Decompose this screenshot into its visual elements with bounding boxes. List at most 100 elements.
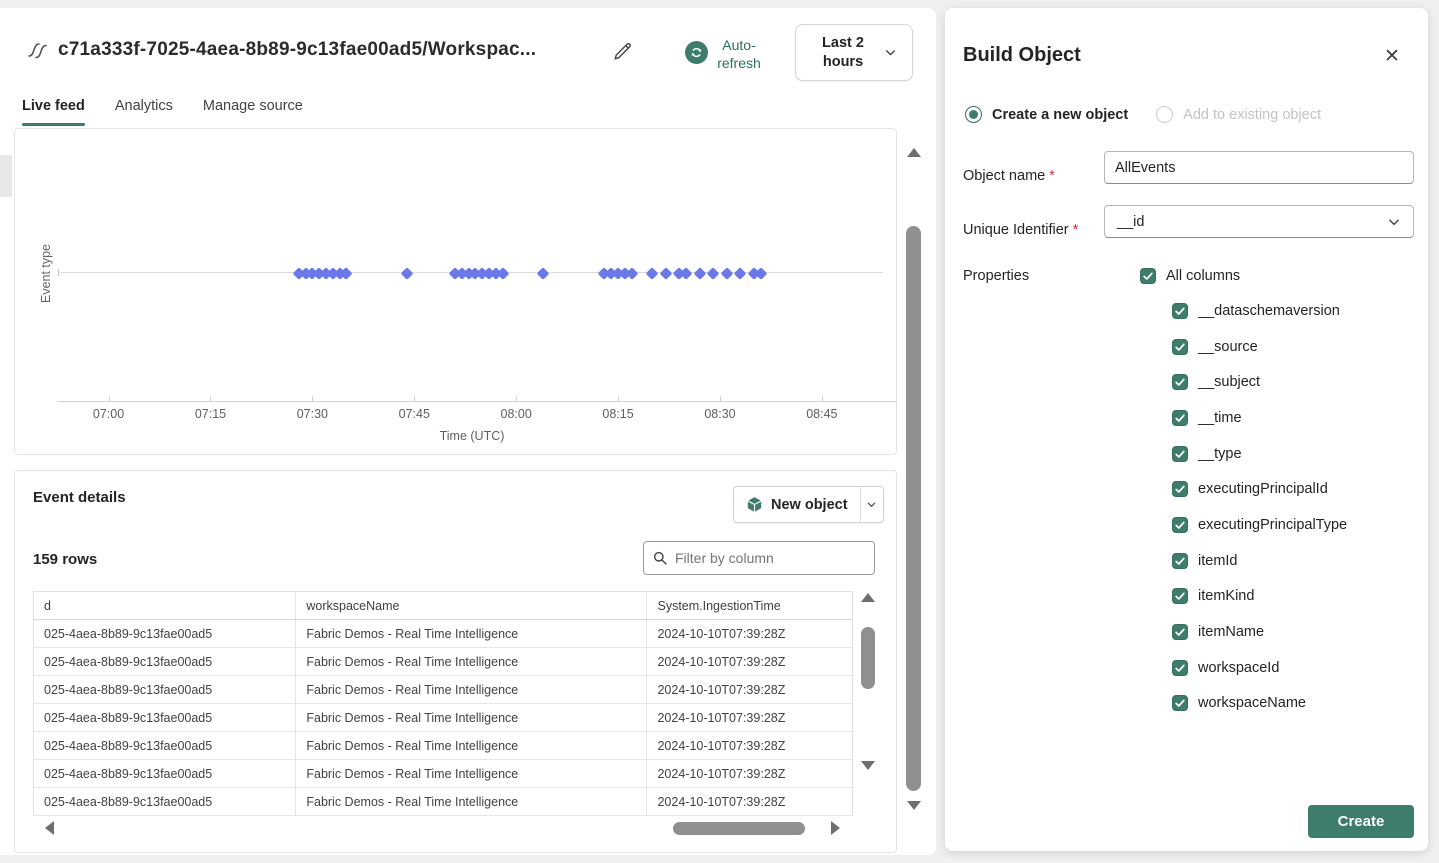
x-axis-title: Time (UTC) [61, 429, 883, 443]
table-cell: Fabric Demos - Real Time Intelligence [296, 620, 647, 647]
checkbox-checked-icon[interactable] [1172, 339, 1188, 355]
property-checkbox-row[interactable]: executingPrincipalType [1172, 507, 1347, 543]
checkbox-checked-icon[interactable] [1172, 695, 1188, 711]
table-row[interactable]: 025-4aea-8b89-9c13fae00ad5Fabric Demos -… [34, 620, 852, 648]
radio-add-existing-disabled[interactable] [1156, 106, 1173, 123]
new-object-button[interactable]: New object [734, 487, 860, 522]
axis-tick [109, 396, 110, 401]
tab-analytics[interactable]: Analytics [115, 98, 173, 126]
property-checkbox-row[interactable]: __time [1172, 400, 1347, 436]
checkbox-checked-icon[interactable] [1172, 624, 1188, 640]
event-point[interactable] [734, 267, 746, 279]
table-body: 025-4aea-8b89-9c13fae00ad5Fabric Demos -… [34, 620, 852, 816]
event-point[interactable] [646, 267, 658, 279]
edit-title-button[interactable] [610, 39, 636, 65]
checkbox-checked-icon[interactable] [1172, 303, 1188, 319]
table-row[interactable]: 025-4aea-8b89-9c13fae00ad5Fabric Demos -… [34, 704, 852, 732]
required-asterisk: * [1049, 168, 1055, 184]
property-checkbox-row[interactable]: itemId [1172, 543, 1347, 579]
event-point[interactable] [660, 267, 672, 279]
axis-tick-label: 07:45 [399, 407, 430, 421]
table-cell: 2024-10-10T07:39:28Z [647, 648, 852, 675]
checkbox-checked-icon[interactable] [1172, 660, 1188, 676]
table-scroll-down-arrow[interactable] [861, 761, 875, 770]
close-icon[interactable]: ✕ [1379, 44, 1405, 70]
checkbox-checked-icon[interactable] [1172, 588, 1188, 604]
table-horizontal-scrollbar-thumb[interactable] [673, 822, 805, 835]
table-row[interactable]: 025-4aea-8b89-9c13fae00ad5Fabric Demos -… [34, 788, 852, 816]
table-cell: Fabric Demos - Real Time Intelligence [296, 676, 647, 703]
property-checkbox-row[interactable]: __subject [1172, 364, 1347, 400]
event-point[interactable] [537, 267, 549, 279]
new-object-split-button[interactable]: New object [733, 486, 884, 523]
column-header[interactable]: workspaceName [296, 592, 647, 619]
property-checkbox-row[interactable]: __source [1172, 329, 1347, 365]
property-label: __source [1198, 339, 1258, 355]
radio-create-new-label[interactable]: Create a new object [992, 107, 1128, 123]
tab-live-feed[interactable]: Live feed [22, 98, 85, 126]
axis-tick [210, 396, 211, 401]
object-name-input[interactable] [1104, 151, 1414, 184]
property-checkbox-row[interactable]: executingPrincipalId [1172, 471, 1347, 507]
property-checkbox-row[interactable]: __dataschemaversion [1172, 293, 1347, 329]
y-axis-label: Event type [39, 213, 55, 333]
property-label: executingPrincipalId [1198, 481, 1328, 497]
table-row[interactable]: 025-4aea-8b89-9c13fae00ad5Fabric Demos -… [34, 732, 852, 760]
create-button[interactable]: Create [1308, 805, 1414, 838]
property-checkbox-row[interactable]: itemKind [1172, 579, 1347, 615]
page-scroll-up-arrow[interactable] [907, 148, 921, 157]
table-vertical-scrollbar-thumb[interactable] [861, 627, 875, 689]
collapsed-pane-handle[interactable] [0, 155, 12, 197]
table-scroll-left-arrow[interactable] [45, 821, 54, 835]
axis-tick-label: 08:30 [704, 407, 735, 421]
axis-tick [618, 396, 619, 401]
event-point[interactable] [694, 267, 706, 279]
table-cell: 025-4aea-8b89-9c13fae00ad5 [34, 676, 296, 703]
property-label: __type [1198, 446, 1242, 462]
radio-add-existing-label: Add to existing object [1183, 107, 1321, 123]
event-point[interactable] [721, 267, 733, 279]
auto-refresh-toggle[interactable] [685, 41, 708, 64]
page-scroll-down-arrow[interactable] [907, 801, 921, 810]
checkbox-checked-icon[interactable] [1172, 481, 1188, 497]
property-checkbox-row[interactable]: workspaceName [1172, 686, 1347, 722]
unique-identifier-dropdown[interactable]: __id [1104, 205, 1414, 238]
checkbox-checked-icon[interactable] [1172, 553, 1188, 569]
rows-count: 159 rows [33, 551, 97, 568]
column-header[interactable]: d [34, 592, 296, 619]
table-row[interactable]: 025-4aea-8b89-9c13fae00ad5Fabric Demos -… [34, 676, 852, 704]
checkbox-checked-icon[interactable] [1172, 446, 1188, 462]
property-label: itemId [1198, 553, 1238, 569]
tab-manage-source[interactable]: Manage source [203, 98, 303, 126]
table-scroll-right-arrow[interactable] [831, 821, 840, 835]
filter-input[interactable] [675, 550, 866, 566]
checkbox-checked-icon[interactable] [1172, 374, 1188, 390]
property-checkbox-row[interactable]: itemName [1172, 614, 1347, 650]
table-scroll-up-arrow[interactable] [861, 593, 875, 602]
table-row[interactable]: 025-4aea-8b89-9c13fae00ad5Fabric Demos -… [34, 760, 852, 788]
checkbox-checked-icon[interactable] [1172, 517, 1188, 533]
event-point[interactable] [755, 267, 767, 279]
table-cell: 2024-10-10T07:39:28Z [647, 620, 852, 647]
event-point[interactable] [401, 267, 413, 279]
y-axis-tick [58, 269, 59, 276]
event-point[interactable] [626, 267, 638, 279]
event-point[interactable] [680, 267, 692, 279]
event-point[interactable] [707, 267, 719, 279]
filter-search-box[interactable] [643, 541, 875, 575]
table-cell: 025-4aea-8b89-9c13fae00ad5 [34, 732, 296, 759]
column-header[interactable]: System.IngestionTime [647, 592, 852, 619]
all-columns-checkbox-row[interactable]: All columns [1140, 268, 1240, 284]
event-details-title: Event details [33, 489, 126, 506]
new-object-menu-button[interactable] [860, 487, 883, 522]
radio-create-new-selected[interactable] [965, 106, 982, 123]
checkbox-checked-icon[interactable] [1172, 410, 1188, 426]
table-row[interactable]: 025-4aea-8b89-9c13fae00ad5Fabric Demos -… [34, 648, 852, 676]
time-range-dropdown[interactable]: Last 2 hours [795, 24, 913, 81]
checkbox-checked-icon[interactable] [1140, 268, 1156, 284]
property-checkbox-row[interactable]: workspaceId [1172, 650, 1347, 686]
page-scrollbar-thumb[interactable] [906, 226, 921, 791]
property-checkbox-row[interactable]: __type [1172, 436, 1347, 472]
table-cell: Fabric Demos - Real Time Intelligence [296, 732, 647, 759]
properties-label: Properties [963, 268, 1029, 284]
